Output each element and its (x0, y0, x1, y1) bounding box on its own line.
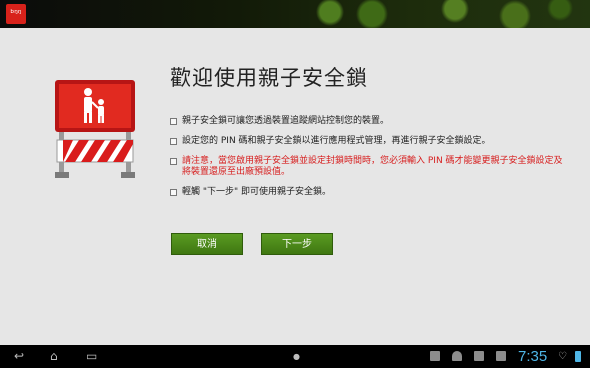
checkbox-2[interactable] (170, 138, 177, 145)
navigation-bar: ↩ ⌂ ▭ ● 7:35 ♡ (0, 345, 590, 368)
cancel-button[interactable]: 取消 (171, 233, 243, 255)
parental-lock-illustration (55, 80, 135, 178)
android-icon[interactable] (452, 351, 462, 361)
main-content: 歡迎使用親子安全鎖 親子安全鎖可讓您透過裝置追蹤網站控制您的裝置。 設定您的 P… (0, 28, 590, 345)
play-store-icon[interactable] (474, 351, 484, 361)
item-text: 輕觸 "下一步" 即可使用親子安全鎖。 (182, 187, 332, 197)
battery-icon (575, 351, 581, 362)
list-item: 輕觸 "下一步" 即可使用親子安全鎖。 (170, 187, 570, 198)
item-text: 親子安全鎖可讓您透過裝置追蹤網站控制您的裝置。 (182, 116, 390, 126)
parental-lock-app-icon: ᵇᵑᵑ (6, 4, 26, 24)
app-icon-glyph: ᵇᵑᵑ (10, 9, 22, 19)
item-text: 設定您的 PIN 碼和親子安全鎖以進行應用程式管理，再進行親子安全鎖設定。 (182, 136, 491, 146)
status-bar: ᵇᵑᵑ (0, 0, 590, 28)
clock: 7:35 (518, 348, 548, 365)
image-icon[interactable] (430, 351, 440, 361)
media-icon[interactable] (496, 351, 506, 361)
next-button[interactable]: 下一步 (261, 233, 333, 255)
info-list: 親子安全鎖可讓您透過裝置追蹤網站控制您的裝置。 設定您的 PIN 碼和親子安全鎖… (170, 116, 570, 207)
back-icon[interactable]: ↩ (14, 345, 24, 368)
checkbox-4[interactable] (170, 189, 177, 196)
warning-item: 請注意，當您啟用親子安全鎖並設定封鎖時間時，您必須輸入 PIN 碼才能變更親子安… (170, 156, 570, 178)
home-icon[interactable]: ⌂ (50, 345, 58, 368)
page-indicator-icon: ● (293, 352, 300, 361)
recent-apps-icon[interactable]: ▭ (86, 345, 97, 368)
wifi-icon: ♡ (558, 351, 567, 362)
list-item: 親子安全鎖可讓您透過裝置追蹤網站控制您的裝置。 (170, 116, 570, 127)
item-text: 請注意，當您啟用親子安全鎖並設定封鎖時間時，您必須輸入 PIN 碼才能變更親子安… (182, 156, 563, 177)
checkbox-3[interactable] (170, 158, 177, 165)
checkbox-1[interactable] (170, 118, 177, 125)
page-title: 歡迎使用親子安全鎖 (170, 66, 368, 90)
list-item: 設定您的 PIN 碼和親子安全鎖以進行應用程式管理，再進行親子安全鎖設定。 (170, 136, 570, 147)
